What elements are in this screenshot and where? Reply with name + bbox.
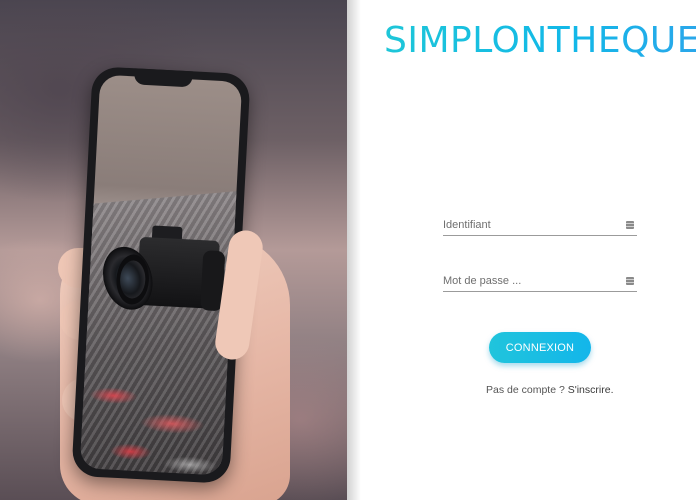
signup-link[interactable]: S'inscrire. (568, 384, 614, 396)
phone-screen (79, 74, 243, 476)
password-input[interactable] (443, 272, 621, 290)
panel-divider-shadow (347, 0, 361, 500)
autofill-key-icon[interactable] (626, 277, 634, 285)
graffiti-pattern (79, 364, 228, 476)
phone-notch (133, 68, 193, 88)
username-field (443, 216, 637, 236)
username-input[interactable] (443, 216, 621, 234)
hero-photo (0, 0, 347, 500)
autofill-key-icon[interactable] (626, 221, 634, 229)
signup-prompt: Pas de compte ? S'inscrire. (486, 384, 613, 400)
connexion-button[interactable]: CONNEXION (489, 332, 591, 363)
no-account-text: Pas de compte ? (486, 384, 568, 396)
password-field (443, 272, 637, 292)
brand-logo: SIMPLONTHEQUE (384, 20, 700, 72)
